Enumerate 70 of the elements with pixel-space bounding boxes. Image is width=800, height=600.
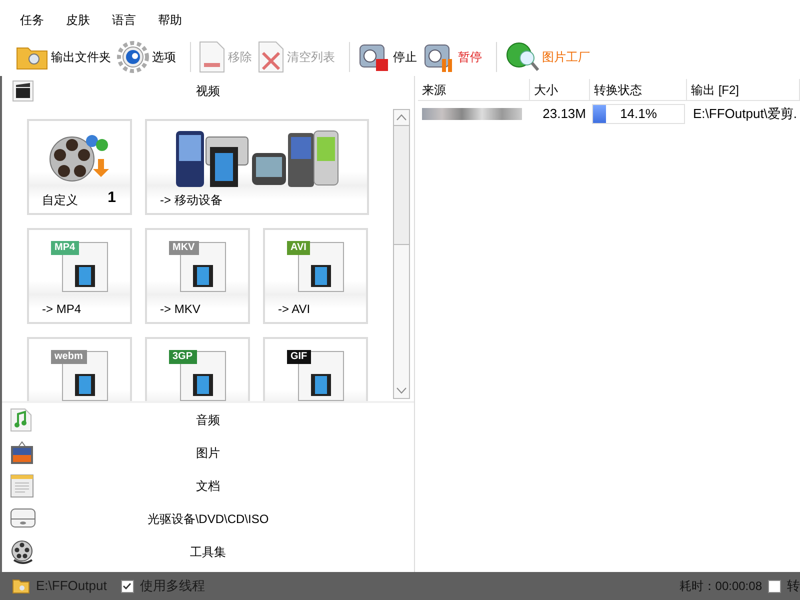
category-header[interactable]: 文档	[2, 469, 414, 502]
category-header[interactable]: 工具集	[2, 535, 414, 568]
format-tile[interactable]: GIF	[263, 337, 368, 401]
tile-label: -> MP4	[42, 301, 82, 318]
menu-item[interactable]: 任务	[20, 11, 44, 29]
film-strip-icon	[192, 374, 212, 396]
tile-label: -> 移动设备	[160, 192, 222, 209]
category-title: 工具集	[190, 544, 226, 560]
file-type-tag: AVI	[286, 241, 310, 255]
table-cell-text: 23.13M	[542, 105, 587, 124]
file-type-tag: GIF	[286, 350, 312, 364]
magnifier-globe-icon	[505, 41, 539, 73]
picture-icon	[10, 441, 34, 465]
format-tile[interactable]: 3GP	[145, 337, 250, 401]
table-cell-text: E:\FFOutput\爱剪.	[692, 105, 798, 124]
category-title: 光驱设备\DVD\CD\ISO	[147, 510, 269, 528]
toolbar-button[interactable]: 输出文件夹	[16, 43, 111, 71]
column-header[interactable]: 输出 [F2]	[687, 79, 800, 101]
progress-text: 14.1%	[620, 105, 657, 124]
menu-item[interactable]: 帮助	[158, 11, 182, 29]
scrollbar-thumb[interactable]	[394, 125, 409, 245]
video-section-header[interactable]: 视频	[2, 76, 414, 106]
tile-label: -> MKV	[160, 301, 200, 318]
toolbar-button[interactable]: 停止	[358, 41, 417, 73]
tile-count: 1	[108, 188, 116, 208]
section-title: 视频	[196, 83, 220, 100]
toolbar-button[interactable]: 暂停	[423, 41, 482, 73]
format-tile[interactable]: MKV -> MKV	[145, 228, 250, 324]
gear-icon	[117, 41, 149, 73]
category-title: 文档	[196, 478, 220, 494]
toolbar-button[interactable]: 选项	[117, 41, 176, 73]
format-tile[interactable]: MP4 -> MP4	[27, 228, 132, 324]
film-strip-icon	[74, 265, 94, 287]
file-type-tag: MP4	[50, 241, 80, 255]
checkbox[interactable]	[768, 580, 781, 592]
film-strip-icon	[74, 374, 94, 396]
format-tile[interactable]: -> 移动设备	[145, 119, 369, 215]
file-type-tag: 3GP	[168, 350, 197, 364]
format-tile[interactable]: 自定义 1	[27, 119, 132, 215]
document-cross-icon	[258, 41, 284, 73]
file-type-tag: MKV	[168, 241, 199, 255]
elapsed-time: 耗时：00:00:08	[679, 578, 762, 595]
disc-drive-icon	[10, 507, 36, 529]
column-header[interactable]: 大小	[530, 79, 590, 101]
checkbox[interactable]	[120, 580, 134, 592]
format-tile[interactable]: AVI -> AVI	[263, 228, 368, 324]
film-strip-icon	[310, 374, 330, 396]
tile-label: 自定义	[42, 192, 78, 209]
music-note-icon	[10, 408, 32, 432]
film-reel-icon	[10, 540, 34, 564]
column-header[interactable]: 转换状态	[590, 79, 687, 101]
category-header[interactable]: 图片	[2, 436, 414, 469]
menu-item[interactable]: 语言	[112, 11, 136, 29]
category-title: 音频	[196, 412, 220, 428]
category-header[interactable]: 光驱设备\DVD\CD\ISO	[2, 502, 414, 535]
film-strip-icon	[192, 265, 212, 287]
menu-item[interactable]: 皮肤	[66, 11, 90, 29]
clapperboard-icon	[12, 80, 34, 102]
tile-label: -> AVI	[278, 301, 310, 318]
document-minus-icon	[199, 41, 225, 73]
document-icon	[10, 474, 34, 498]
output-folder-path: E:\FFOutput	[36, 577, 107, 596]
film-strip-icon	[310, 265, 330, 287]
category-header[interactable]: 音频	[2, 403, 414, 436]
column-header[interactable]: 来源	[418, 79, 530, 101]
scrollbar[interactable]	[393, 109, 410, 399]
checkmark-icon	[122, 581, 132, 591]
folder-icon	[12, 578, 30, 594]
category-title: 图片	[196, 444, 220, 462]
file-type-tag: webm	[50, 350, 87, 364]
